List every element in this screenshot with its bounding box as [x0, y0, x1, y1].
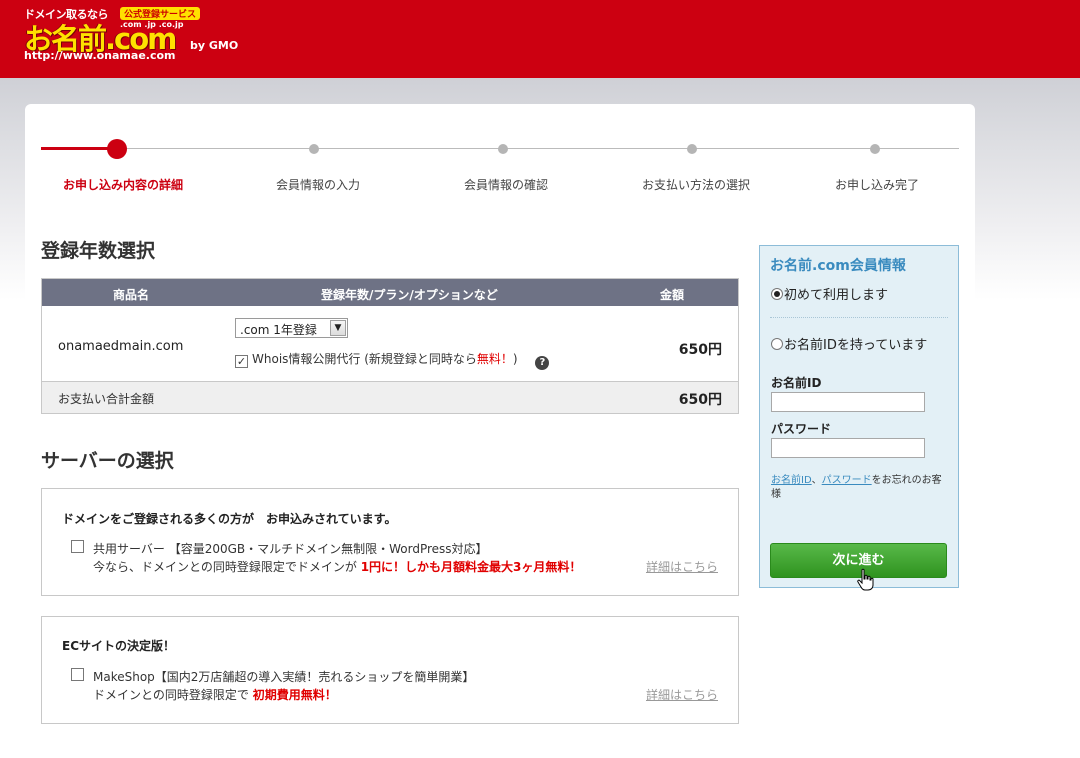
step-dot-1: [107, 139, 127, 159]
details-link[interactable]: 詳細はこちら: [646, 558, 718, 575]
server-option-shared: ドメインをご登録される多くの方が お申込みされています。 共用サーバー 【容量2…: [41, 488, 739, 596]
step-label-1: お申し込み内容の詳細: [62, 178, 184, 192]
server-option-makeshop: ECサイトの決定版！ MakeShop【国内2万店舗超の導入実績！売れるショップ…: [41, 616, 739, 724]
domain-name: onamaedmain.com: [58, 339, 184, 354]
whois-checkbox[interactable]: ✓: [235, 355, 248, 368]
radio-label: 初めて利用します: [784, 288, 889, 303]
member-info-panel: お名前.com会員情報 初めて利用します お名前IDを持っています お名前ID …: [759, 245, 959, 591]
server-option-promo: 今なら、ドメインとの同時登録限定でドメインが 1円に！しかも月額料金最大3ヶ月無…: [93, 558, 581, 575]
whois-close: ): [512, 352, 518, 366]
onamae-logo[interactable]: ドメイン取るなら 公式登録サービス .com .jp .co.jp お名前.co…: [24, 6, 254, 66]
total-price: 650円: [678, 392, 722, 408]
plan-select[interactable]: .com 1年登録 ▼: [235, 318, 348, 338]
column-header-product: 商品名: [113, 288, 150, 302]
radio-has-id[interactable]: お名前IDを持っています: [771, 334, 927, 353]
whois-free-label: 無料！: [476, 352, 513, 366]
table-row: onamaedmain.com .com 1年登録 ▼ ✓ Whois情報公開代行…: [42, 306, 738, 382]
radio-button[interactable]: [771, 288, 783, 300]
forgot-id-link[interactable]: お名前ID: [771, 475, 812, 486]
radio-label: お名前IDを持っています: [784, 338, 928, 353]
domain-section-title: 登録年数選択: [41, 240, 156, 262]
step-label-3: 会員情報の確認: [463, 178, 549, 192]
server-option-promo: ドメインとの同時登録限定で 初期費用無料！: [93, 686, 337, 703]
member-panel-title: お名前.com会員情報: [770, 258, 906, 274]
logo-gmo: by GMO: [190, 39, 239, 52]
logo-url: http://www.onamae.com: [24, 49, 176, 62]
forgot-password-link[interactable]: パスワード: [822, 475, 872, 486]
domain-price: 650円: [678, 342, 722, 358]
promo-highlight: 初期費用無料！: [252, 688, 337, 702]
column-header-price: 金額: [660, 288, 685, 302]
whois-label: Whois情報公開代行 (新規登録と同時なら: [252, 352, 477, 366]
next-button-label: 次に進む: [832, 553, 885, 568]
domain-table: 商品名 登録年数/プラン/オプションなど 金額 onamaedmain.com …: [41, 278, 739, 414]
promo-highlight: 1円に！しかも月額料金最大3ヶ月無料！: [360, 560, 582, 574]
divider: [770, 317, 948, 318]
id-label: お名前ID: [771, 376, 822, 390]
whois-option[interactable]: ✓ Whois情報公開代行 (新規登録と同時なら無料！) ?: [235, 350, 550, 370]
total-row: お支払い合計金額 650円: [42, 382, 738, 413]
table-header: 商品名 登録年数/プラン/オプションなど 金額: [42, 279, 738, 306]
progress-steps: お申し込み内容の詳細 会員情報の入力 会員情報の確認 お支払い方法の選択 お申し…: [41, 138, 959, 198]
server-section-title: サーバーの選択: [41, 450, 174, 472]
radio-button[interactable]: [771, 338, 783, 350]
radio-first-time[interactable]: 初めて利用します: [771, 284, 888, 303]
makeshop-checkbox[interactable]: [71, 668, 84, 681]
site-header: ドメイン取るなら 公式登録サービス .com .jp .co.jp お名前.co…: [0, 0, 1080, 78]
step-dot-2: [309, 144, 319, 154]
server-option-title: ドメインをご登録される多くの方が お申込みされています。: [62, 512, 397, 526]
total-label: お支払い合計金額: [58, 392, 155, 406]
chevron-down-icon[interactable]: ▼: [330, 320, 346, 336]
server-option-desc: MakeShop【国内2万店舗超の導入実績！売れるショップを簡単開業】: [93, 670, 475, 684]
server-option-desc: 共用サーバー 【容量200GB・マルチドメイン無制限・WordPress対応】: [93, 542, 488, 556]
server-option-title: ECサイトの決定版！: [62, 639, 176, 653]
password-label: パスワード: [771, 422, 832, 436]
details-link[interactable]: 詳細はこちら: [646, 686, 718, 703]
forgot-credentials: お名前ID、パスワードをお忘れのお客様: [771, 474, 951, 502]
main-card: お申し込み内容の詳細 会員情報の入力 会員情報の確認 お支払い方法の選択 お申し…: [25, 104, 975, 758]
separator: 、: [811, 475, 822, 486]
step-dot-5: [870, 144, 880, 154]
step-label-4: お支払い方法の選択: [641, 178, 751, 192]
step-dot-4: [687, 144, 697, 154]
member-id-input[interactable]: [771, 392, 925, 412]
next-button[interactable]: 次に進む: [770, 543, 947, 591]
step-label-2: 会員情報の入力: [275, 178, 361, 192]
help-icon[interactable]: ?: [535, 356, 550, 370]
password-input[interactable]: [771, 438, 925, 458]
promo-text: 今なら、ドメインとの同時登録限定でドメインが: [93, 560, 361, 574]
shared-server-checkbox[interactable]: [71, 540, 84, 553]
step-dot-3: [498, 144, 508, 154]
column-header-plan: 登録年数/プラン/オプションなど: [321, 288, 498, 302]
hand-cursor-icon: [857, 568, 874, 591]
promo-text: ドメインとの同時登録限定で: [93, 688, 253, 702]
plan-select-value: .com 1年登録: [240, 323, 317, 337]
step-label-5: お申し込み完了: [834, 178, 920, 192]
